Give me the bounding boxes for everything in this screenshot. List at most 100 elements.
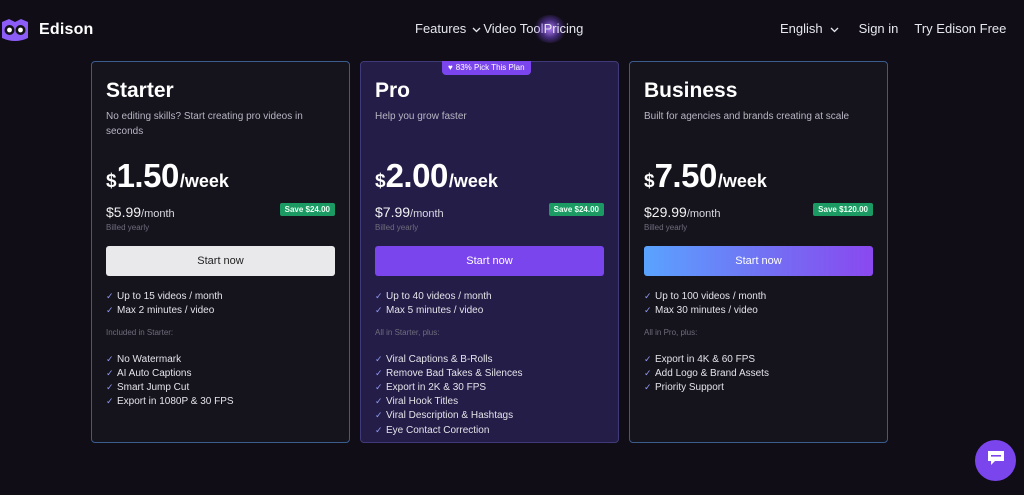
nav-features[interactable]: Features — [415, 21, 483, 36]
list-item-label: Max 2 minutes / video — [117, 304, 215, 316]
save-badge: Save $24.00 — [548, 203, 604, 216]
list-item-label: Up to 100 videos / month — [655, 290, 767, 302]
plan-card-pro: ♥ 83% Pick This Plan Pro Help you grow f… — [360, 61, 619, 443]
list-item-label: Add Logo & Brand Assets — [655, 367, 769, 379]
start-now-button[interactable]: Start now — [375, 246, 604, 276]
price-amount: 1.50 — [116, 157, 180, 194]
check-icon: ✓ — [375, 381, 383, 392]
check-icon: ✓ — [106, 396, 114, 407]
check-icon: ✓ — [375, 396, 383, 407]
popular-badge: ♥ 83% Pick This Plan — [442, 61, 531, 75]
list-item-label: AI Auto Captions — [117, 367, 192, 379]
list-item: ✓ Eye Contact Correction — [375, 423, 523, 437]
limits-list: ✓ Up to 15 videos / month ✓ Max 2 minutes … — [106, 289, 223, 317]
monthly-price: $5.99 /month — [106, 204, 175, 220]
included-heading: All in Starter, plus: — [375, 328, 440, 337]
list-item-label: Up to 15 videos / month — [117, 290, 223, 302]
plan-title: Pro — [375, 79, 411, 102]
chat-button[interactable] — [975, 440, 1016, 481]
included-heading: All in Pro, plus: — [644, 328, 698, 337]
plan-price: $ 2.00 /week — [375, 157, 498, 195]
check-icon: ✓ — [375, 304, 383, 315]
list-item: ✓ Viral Description & Hashtags — [375, 409, 523, 423]
list-item-label: Export in 1080P & 30 FPS — [117, 396, 234, 408]
monthly-price: $7.99 /month — [375, 204, 444, 220]
save-badge: Save $120.00 — [813, 203, 873, 216]
price-amount: 2.00 — [385, 157, 449, 194]
price-amount: 7.50 — [654, 157, 718, 194]
list-item: ✓ Max 2 minutes / video — [106, 303, 223, 317]
main-nav: Features Video Tool Pricing — [415, 15, 584, 43]
list-item: ✓ Up to 40 videos / month — [375, 289, 492, 303]
monthly-unit: /month — [141, 208, 175, 220]
plan-card-business: Business Built for agencies and brands c… — [629, 61, 888, 443]
sign-in-link[interactable]: Sign in — [859, 21, 899, 36]
brand-logo[interactable]: Edison — [0, 16, 94, 44]
plan-title: Business — [644, 79, 738, 102]
limits-list: ✓ Up to 100 videos / month ✓ Max 30 minute… — [644, 289, 766, 317]
list-item: ✓ Priority Support — [644, 380, 769, 394]
monthly-unit: /month — [686, 208, 721, 220]
list-item: ✓ Export in 4K & 60 FPS — [644, 352, 769, 366]
price-period: /week — [448, 171, 498, 191]
nav-pricing[interactable]: Pricing — [544, 21, 584, 36]
chevron-down-icon — [830, 21, 839, 36]
plan-title: Starter — [106, 79, 174, 102]
plan-subtitle: Help you grow faster — [375, 111, 467, 122]
price-currency: $ — [375, 171, 386, 192]
start-now-button[interactable]: Start now — [106, 246, 335, 276]
plan-subtitle: Built for agencies and brands creating a… — [644, 111, 850, 122]
list-item-label: Export in 2K & 30 FPS — [386, 381, 487, 393]
features-list: ✓ Export in 4K & 60 FPS ✓ Add Logo & Brand… — [644, 352, 769, 395]
list-item: ✓ Viral Hook Titles — [375, 395, 523, 409]
language-label: English — [780, 21, 823, 36]
try-free-link[interactable]: Try Edison Free — [914, 21, 1006, 36]
list-item: ✓ Remove Bad Takes & Silences — [375, 366, 523, 380]
list-item-label: Up to 40 videos / month — [386, 290, 492, 302]
list-item-label: No Watermark — [117, 353, 182, 365]
list-item: ✓ Up to 100 videos / month — [644, 289, 766, 303]
plan-price: $ 7.50 /week — [644, 157, 767, 195]
monthly-amount: $7.99 — [375, 204, 411, 220]
included-heading: Included in Starter: — [106, 328, 174, 337]
edison-logo-icon — [0, 16, 30, 44]
list-item: ✓ Viral Captions & B-Rolls — [375, 352, 523, 366]
list-item-label: Viral Hook Titles — [386, 396, 459, 408]
language-selector[interactable]: English — [780, 21, 839, 36]
start-now-button[interactable]: Start now — [644, 246, 873, 276]
monthly-amount: $29.99 — [644, 204, 687, 220]
check-icon: ✓ — [106, 353, 114, 364]
list-item: ✓ Max 5 minutes / video — [375, 303, 492, 317]
list-item-label: Remove Bad Takes & Silences — [386, 367, 523, 379]
check-icon: ✓ — [106, 367, 114, 378]
plan-subtitle: No editing skills? Start creating pro vi… — [106, 111, 303, 137]
features-list: ✓ Viral Captions & B-Rolls ✓ Remove Bad Ta… — [375, 352, 523, 437]
nav-pricing-label: Pricing — [543, 21, 584, 36]
price-currency: $ — [644, 171, 655, 192]
price-period: /week — [179, 171, 229, 191]
check-icon: ✓ — [644, 353, 652, 364]
check-icon: ✓ — [644, 367, 652, 378]
plan-price: $ 1.50 /week — [106, 157, 229, 195]
site-header: Edison Features Video Tool Pricing Engli… — [0, 0, 1024, 58]
popular-badge-label: 83% Pick This Plan — [455, 63, 525, 72]
check-icon: ✓ — [106, 304, 114, 315]
list-item: ✓ Smart Jump Cut — [106, 380, 234, 394]
save-badge: Save $24.00 — [279, 203, 335, 216]
check-icon: ✓ — [644, 381, 652, 392]
list-item: ✓ AI Auto Captions — [106, 366, 234, 380]
price-currency: $ — [106, 171, 117, 192]
list-item-label: Smart Jump Cut — [117, 381, 190, 393]
list-item-label: Viral Description & Hashtags — [386, 410, 514, 422]
list-item-label: Max 30 minutes / video — [655, 304, 758, 316]
plan-card-starter: Starter No editing skills? Start creatin… — [91, 61, 350, 443]
heart-icon: ♥ — [448, 63, 453, 72]
check-icon: ✓ — [375, 367, 383, 378]
list-item: ✓ Max 30 minutes / video — [644, 303, 766, 317]
check-icon: ✓ — [106, 381, 114, 392]
list-item-label: Max 5 minutes / video — [386, 304, 484, 316]
check-icon: ✓ — [375, 410, 383, 421]
list-item: ✓ Export in 1080P & 30 FPS — [106, 395, 234, 409]
limits-list: ✓ Up to 40 videos / month ✓ Max 5 minutes … — [375, 289, 492, 317]
list-item: ✓ Up to 15 videos / month — [106, 289, 223, 303]
